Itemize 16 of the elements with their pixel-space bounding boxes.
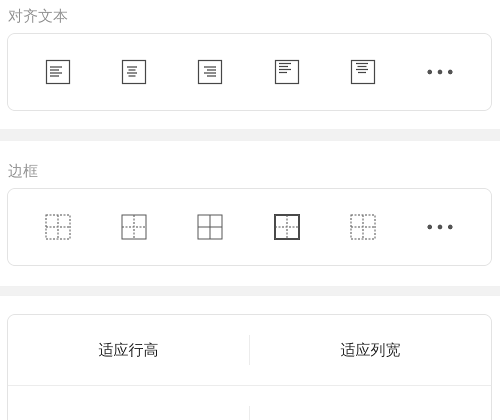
align-text-icon[interactable] — [45, 59, 72, 85]
border-grid-icon[interactable] — [197, 214, 224, 240]
border-grid-icon[interactable] — [121, 214, 148, 240]
section-title: 对齐文本 — [7, 6, 69, 27]
action-button[interactable]: 适应行高 — [8, 315, 249, 385]
border-grid-icon[interactable] — [350, 214, 376, 240]
border-grid-icon[interactable] — [45, 214, 72, 240]
more-icon[interactable] — [426, 223, 454, 231]
border-grid-icon[interactable] — [274, 214, 300, 240]
action-button[interactable]: 适应列宽 — [249, 335, 491, 365]
align-text-icon[interactable] — [121, 59, 148, 85]
align-text-icon[interactable] — [350, 59, 376, 85]
align-text-icon[interactable] — [274, 59, 300, 85]
align-text-icon[interactable] — [197, 59, 224, 85]
section-title: 边框 — [7, 161, 39, 182]
more-icon[interactable] — [426, 68, 454, 76]
